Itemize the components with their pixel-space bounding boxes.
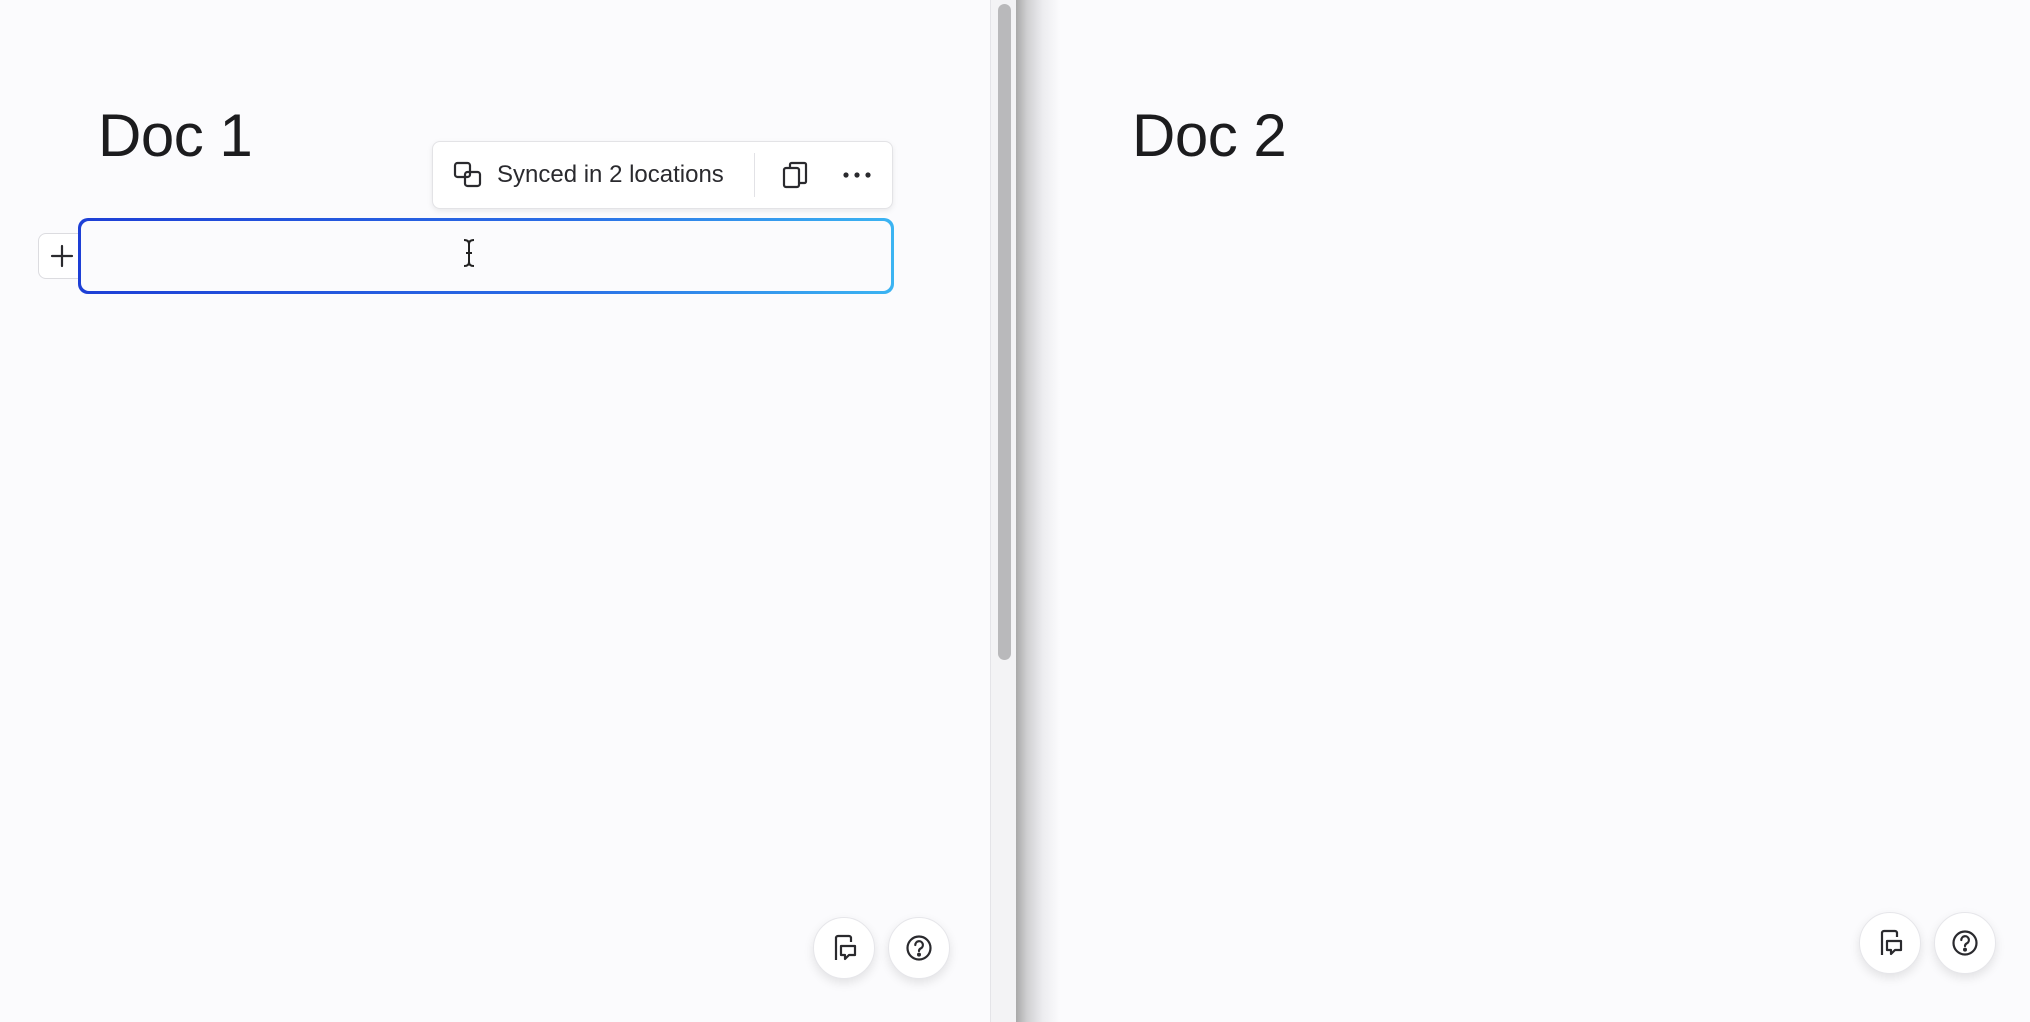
- synced-block[interactable]: [78, 218, 894, 294]
- synced-block-toolbar: Synced in 2 locations: [432, 141, 893, 209]
- synced-block-icon: [453, 160, 483, 190]
- copy-icon: [782, 161, 808, 189]
- doc-title: Doc 1: [98, 102, 253, 169]
- feedback-button[interactable]: [813, 917, 875, 979]
- more-horizontal-icon: [842, 171, 872, 179]
- help-icon: [905, 934, 933, 962]
- help-button[interactable]: [888, 917, 950, 979]
- left-pane-scrollbar[interactable]: [990, 0, 1016, 1022]
- help-icon: [1951, 929, 1979, 957]
- scrollbar-thumb[interactable]: [998, 4, 1011, 660]
- more-options-button[interactable]: [829, 147, 885, 203]
- doc-title: Doc 2: [1132, 102, 1287, 169]
- plus-icon: [50, 244, 74, 268]
- synced-status-label: Synced in 2 locations: [497, 161, 724, 188]
- toolbar-divider: [753, 153, 755, 197]
- split-view: Doc 1 Synced in 2 locations Doc 2: [0, 0, 2030, 1022]
- synced-locations-button[interactable]: Synced in 2 locations: [433, 142, 754, 208]
- feedback-icon: [830, 933, 858, 963]
- feedback-button[interactable]: [1859, 912, 1921, 974]
- pane-separator: [1016, 0, 1060, 1022]
- right-document-pane: Doc 2: [1060, 0, 2030, 1022]
- synced-block-editor[interactable]: [81, 221, 891, 291]
- copy-synced-block-button[interactable]: [767, 147, 823, 203]
- help-button[interactable]: [1934, 912, 1996, 974]
- feedback-icon: [1876, 928, 1904, 958]
- text-cursor-icon: [462, 238, 476, 268]
- left-document-pane: Doc 1 Synced in 2 locations: [0, 0, 990, 1022]
